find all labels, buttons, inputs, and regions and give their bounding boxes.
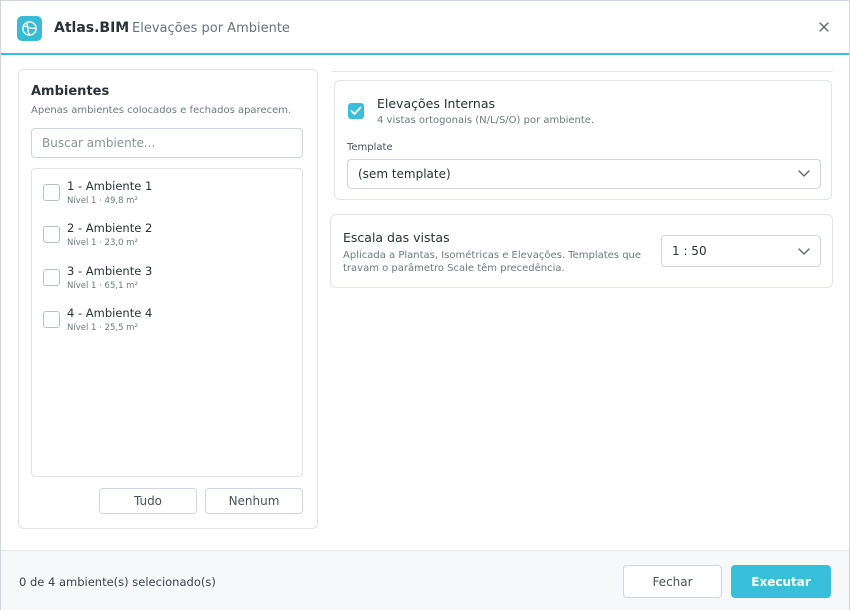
app-logo-icon: [17, 16, 42, 41]
close-icon[interactable]: [815, 18, 833, 36]
room-checkbox[interactable]: [43, 226, 60, 243]
room-checkbox[interactable]: [43, 311, 60, 328]
room-name: 1 - Ambiente 1: [67, 179, 153, 193]
room-meta: Nível 1 · 25,5 m²: [67, 323, 138, 333]
scale-select[interactable]: 1 : 50: [661, 235, 821, 267]
list-item[interactable]: 3 - Ambiente 3 Nível 1 · 65,1 m²: [32, 262, 302, 302]
check-icon: [350, 106, 362, 115]
close-button[interactable]: Fechar: [623, 565, 722, 598]
scale-select-value: 1 : 50: [672, 244, 707, 258]
title-bar: Atlas.BIM · Elevações por Ambiente: [1, 1, 849, 55]
window-subtitle: Elevações por Ambiente: [132, 21, 290, 36]
list-item[interactable]: 1 - Ambiente 1 Nível 1 · 49,8 m²: [32, 177, 302, 217]
selection-status: 0 de 4 ambiente(s) selecionado(s): [19, 575, 216, 589]
elevations-checkbox[interactable]: [348, 103, 364, 119]
run-button[interactable]: Executar: [731, 565, 831, 598]
room-name: 4 - Ambiente 4: [67, 306, 153, 320]
divider: [332, 71, 833, 72]
chevron-down-icon: [798, 248, 810, 255]
elevations-title: Elevações Internas: [377, 96, 496, 111]
template-select-value: (sem template): [358, 167, 451, 181]
select-none-button[interactable]: Nenhum: [205, 488, 303, 514]
scale-title: Escala das vistas: [343, 230, 450, 245]
rooms-panel-hint: Apenas ambientes colocados e fechados ap…: [31, 105, 292, 116]
footer-bar: 0 de 4 ambiente(s) selecionado(s) Fechar…: [1, 550, 849, 610]
app-name: Atlas.BIM: [54, 20, 130, 36]
rooms-panel: Ambientes Apenas ambientes colocados e f…: [18, 69, 318, 529]
room-name: 3 - Ambiente 3: [67, 264, 153, 278]
room-meta: Nível 1 · 23,0 m²: [67, 238, 138, 248]
title-separator: ·: [120, 20, 125, 36]
search-input[interactable]: [31, 128, 303, 158]
room-meta: Nível 1 · 65,1 m²: [67, 281, 138, 291]
rooms-list: 1 - Ambiente 1 Nível 1 · 49,8 m² 2 - Amb…: [31, 168, 303, 477]
room-meta: Nível 1 · 49,8 m²: [67, 196, 138, 206]
elevations-hint: 4 vistas ortogonais (N/L/S/O) por ambien…: [377, 115, 595, 126]
chevron-down-icon: [798, 170, 810, 177]
dialog-window: Atlas.BIM · Elevações por Ambiente Ambie…: [0, 0, 850, 610]
rooms-panel-title: Ambientes: [31, 84, 110, 99]
template-select[interactable]: (sem template): [347, 159, 821, 189]
room-checkbox[interactable]: [43, 184, 60, 201]
select-all-button[interactable]: Tudo: [99, 488, 197, 514]
room-checkbox[interactable]: [43, 269, 60, 286]
list-item[interactable]: 4 - Ambiente 4 Nível 1 · 25,5 m²: [32, 304, 302, 344]
elevations-card: Elevações Internas 4 vistas ortogonais (…: [334, 80, 832, 200]
template-label: Template: [347, 142, 393, 153]
room-name: 2 - Ambiente 2: [67, 221, 153, 235]
list-item[interactable]: 2 - Ambiente 2 Nível 1 · 23,0 m²: [32, 219, 302, 259]
scale-card: Escala das vistas Aplicada a Plantas, Is…: [330, 214, 833, 288]
scale-hint: Aplicada a Plantas, Isométricas e Elevaç…: [343, 250, 642, 274]
